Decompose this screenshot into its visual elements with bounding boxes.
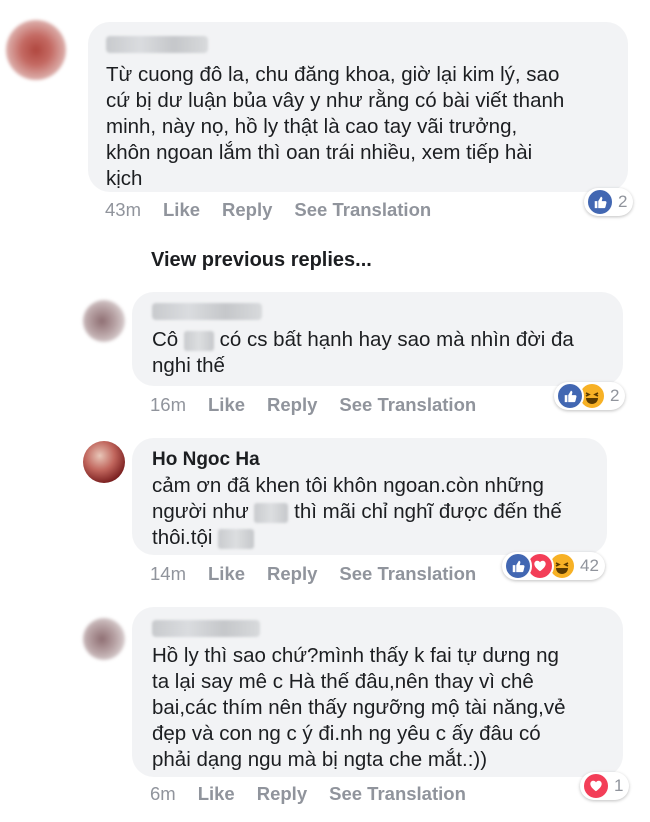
comment-text: Từ cuong đô la, chu đăng khoa, giờ lại k… [106, 63, 565, 190]
comment-text-part: người như [152, 500, 249, 523]
like-button[interactable]: Like [208, 563, 245, 584]
avatar[interactable] [83, 300, 125, 342]
reaction-count: 2 [610, 386, 620, 405]
reply-button[interactable]: Reply [222, 199, 272, 220]
comment-text-line: thôi.tội [152, 525, 255, 551]
comment-text: Hồ ly thì sao chứ?mình thấy k fai tự dưn… [152, 644, 566, 771]
like-icon [556, 382, 584, 410]
author-name[interactable]: Ho Ngoc Ha [152, 449, 260, 471]
reply-button[interactable]: Reply [257, 783, 307, 804]
comment-text-line: nghi thế [152, 354, 225, 377]
reaction-summary[interactable]: 2 [584, 188, 634, 216]
timestamp[interactable]: 16m [150, 394, 186, 415]
like-button[interactable]: Like [198, 783, 235, 804]
reaction-count: 1 [614, 776, 624, 795]
reaction-summary[interactable]: 2 [554, 382, 626, 410]
view-previous-replies-link[interactable]: View previous replies... [151, 249, 372, 272]
love-icon [582, 772, 610, 800]
like-button[interactable]: Like [208, 394, 245, 415]
comment-text-part: Cô [152, 328, 179, 351]
comment-actions: 16m Like Reply See Translation [150, 394, 498, 416]
like-icon [586, 188, 614, 216]
like-button[interactable]: Like [163, 199, 200, 220]
reply-button[interactable]: Reply [267, 563, 317, 584]
avatar[interactable] [83, 441, 125, 483]
redacted-name [218, 528, 255, 549]
reaction-count: 42 [580, 556, 599, 575]
avatar[interactable] [83, 618, 125, 660]
comment-text-part: có cs bất hạnh hay sao mà nhìn đời đa [219, 328, 574, 351]
see-translation-link[interactable]: See Translation [339, 563, 476, 584]
comment-text-part: thì mãi chỉ nghĩ được đến thế [294, 500, 562, 523]
comment-text-line: cảm ơn đã khen tôi khôn ngoan.còn những [152, 474, 544, 497]
reply-button[interactable]: Reply [267, 394, 317, 415]
timestamp[interactable]: 43m [105, 199, 141, 220]
comment-text: Cô có cs bất hạnh hay sao mà nhìn đời đa [152, 327, 617, 353]
comment-bubble: Hồ ly thì sao chứ?mình thấy k fai tự dưn… [132, 607, 623, 777]
timestamp[interactable]: 6m [150, 783, 176, 804]
see-translation-link[interactable]: See Translation [339, 394, 476, 415]
comment-bubble: Từ cuong đô la, chu đăng khoa, giờ lại k… [88, 22, 628, 192]
reaction-summary[interactable]: 1 [580, 772, 630, 800]
comment-bubble: Ho Ngoc Ha cảm ơn đã khen tôi khôn ngoan… [132, 438, 607, 555]
redacted-name [254, 502, 289, 523]
avatar[interactable] [6, 20, 66, 80]
redacted-name [183, 330, 214, 351]
like-icon [504, 552, 532, 580]
author-name-redacted[interactable] [152, 620, 260, 637]
timestamp[interactable]: 14m [150, 563, 186, 584]
see-translation-link[interactable]: See Translation [294, 199, 431, 220]
author-name-redacted[interactable] [106, 36, 208, 53]
comment-text-part: thôi.tội [152, 526, 213, 549]
see-translation-link[interactable]: See Translation [329, 783, 466, 804]
comment-actions: 6m Like Reply See Translation [150, 783, 488, 805]
comment-actions: 43m Like Reply See Translation [105, 199, 453, 221]
comment-bubble: Cô có cs bất hạnh hay sao mà nhìn đời đa… [132, 292, 623, 386]
reaction-count: 2 [618, 192, 628, 211]
reaction-summary[interactable]: 42 [502, 552, 605, 580]
comment-text-line: người như thì mãi chỉ nghĩ được đến thế [152, 499, 562, 525]
comment-actions: 14m Like Reply See Translation [150, 563, 498, 585]
author-name-redacted[interactable] [152, 303, 262, 320]
